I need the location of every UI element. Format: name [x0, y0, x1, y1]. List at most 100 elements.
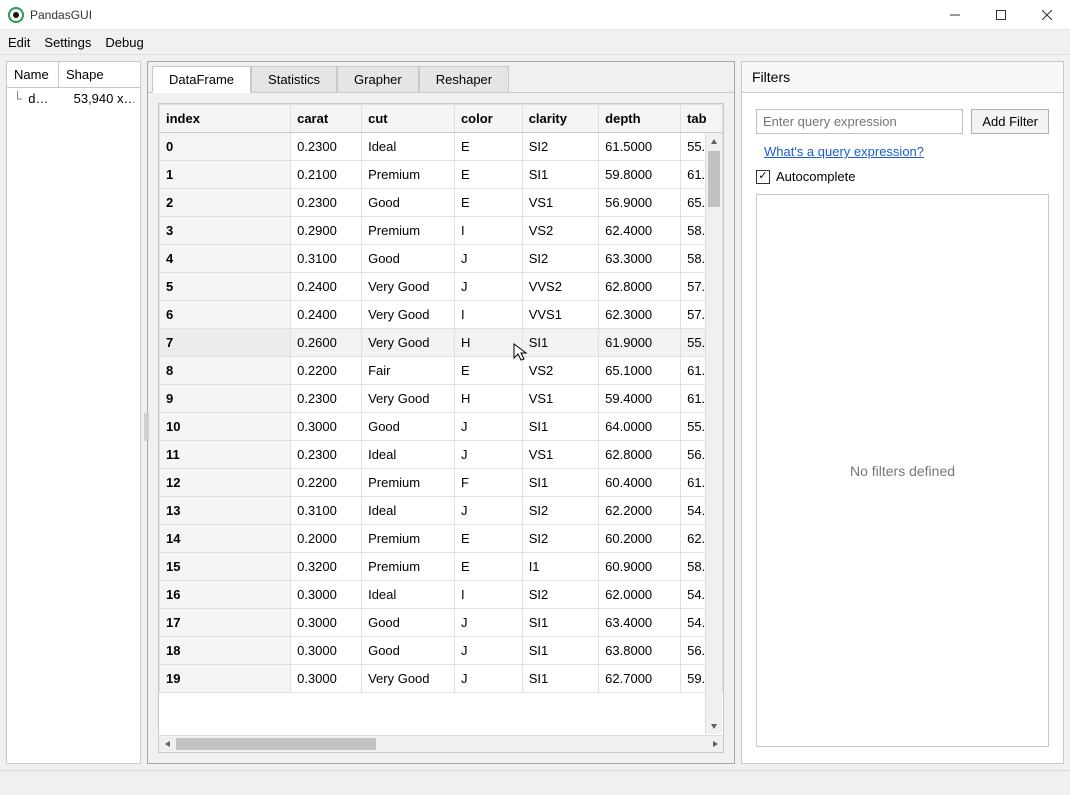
table-row[interactable]: 120.2200PremiumFSI160.400061.0	[160, 469, 723, 497]
data-cell[interactable]: 60.9000	[599, 553, 681, 581]
data-cell[interactable]: 0.3100	[291, 245, 362, 273]
row-index-cell[interactable]: 6	[160, 301, 291, 329]
row-index-cell[interactable]: 8	[160, 357, 291, 385]
data-cell[interactable]: SI1	[522, 413, 598, 441]
data-cell[interactable]: 0.2200	[291, 469, 362, 497]
data-cell[interactable]: E	[454, 553, 522, 581]
data-cell[interactable]: Premium	[362, 161, 455, 189]
data-cell[interactable]: 63.3000	[599, 245, 681, 273]
data-cell[interactable]: 0.2100	[291, 161, 362, 189]
data-cell[interactable]: Premium	[362, 217, 455, 245]
scroll-right-arrow[interactable]	[706, 736, 723, 752]
data-cell[interactable]: J	[454, 665, 522, 693]
scroll-thumb-vertical[interactable]	[708, 151, 720, 207]
sidebar-col-shape[interactable]: Shape	[59, 62, 111, 87]
column-header-tab[interactable]: tab	[681, 105, 723, 133]
data-cell[interactable]: 62.2000	[599, 497, 681, 525]
table-row[interactable]: 30.2900PremiumIVS262.400058.0	[160, 217, 723, 245]
row-index-cell[interactable]: 19	[160, 665, 291, 693]
data-cell[interactable]: F	[454, 469, 522, 497]
column-header-depth[interactable]: depth	[599, 105, 681, 133]
table-row[interactable]: 80.2200FairEVS265.100061.0	[160, 357, 723, 385]
row-index-cell[interactable]: 0	[160, 133, 291, 161]
tab-statistics[interactable]: Statistics	[251, 66, 337, 92]
data-cell[interactable]: 62.4000	[599, 217, 681, 245]
row-index-cell[interactable]: 13	[160, 497, 291, 525]
data-cell[interactable]: 63.4000	[599, 609, 681, 637]
data-cell[interactable]: 0.2400	[291, 301, 362, 329]
data-cell[interactable]: 61.5000	[599, 133, 681, 161]
data-cell[interactable]: SI1	[522, 161, 598, 189]
data-cell[interactable]: 0.3000	[291, 665, 362, 693]
table-row[interactable]: 150.3200PremiumEI160.900058.0	[160, 553, 723, 581]
table-row[interactable]: 60.2400Very GoodIVVS162.300057.0	[160, 301, 723, 329]
table-row[interactable]: 140.2000PremiumESI260.200062.0	[160, 525, 723, 553]
data-cell[interactable]: VS1	[522, 189, 598, 217]
data-cell[interactable]: Premium	[362, 469, 455, 497]
table-row[interactable]: 50.2400Very GoodJVVS262.800057.0	[160, 273, 723, 301]
data-cell[interactable]: 0.2300	[291, 189, 362, 217]
data-cell[interactable]: SI1	[522, 665, 598, 693]
data-cell[interactable]: 0.3200	[291, 553, 362, 581]
data-cell[interactable]: 62.0000	[599, 581, 681, 609]
data-cell[interactable]: VS2	[522, 217, 598, 245]
data-cell[interactable]: Ideal	[362, 497, 455, 525]
data-cell[interactable]: SI1	[522, 329, 598, 357]
row-index-cell[interactable]: 7	[160, 329, 291, 357]
row-index-cell[interactable]: 18	[160, 637, 291, 665]
data-cell[interactable]: Good	[362, 413, 455, 441]
data-cell[interactable]: 56.9000	[599, 189, 681, 217]
filter-query-input[interactable]	[756, 109, 963, 134]
data-cell[interactable]: Very Good	[362, 385, 455, 413]
menu-debug[interactable]: Debug	[105, 35, 143, 50]
row-index-cell[interactable]: 10	[160, 413, 291, 441]
table-row[interactable]: 20.2300GoodEVS156.900065.0	[160, 189, 723, 217]
row-index-cell[interactable]: 11	[160, 441, 291, 469]
data-cell[interactable]: J	[454, 245, 522, 273]
data-cell[interactable]: 0.3000	[291, 413, 362, 441]
data-cell[interactable]: 63.8000	[599, 637, 681, 665]
tab-dataframe[interactable]: DataFrame	[152, 66, 251, 93]
query-help-link[interactable]: What's a query expression?	[756, 144, 1049, 159]
data-cell[interactable]: E	[454, 133, 522, 161]
data-cell[interactable]: 61.9000	[599, 329, 681, 357]
scroll-left-arrow[interactable]	[159, 736, 176, 752]
data-cell[interactable]: Fair	[362, 357, 455, 385]
data-cell[interactable]: Premium	[362, 525, 455, 553]
splitter-handle[interactable]	[144, 413, 149, 441]
row-index-cell[interactable]: 12	[160, 469, 291, 497]
row-index-cell[interactable]: 1	[160, 161, 291, 189]
data-cell[interactable]: 59.4000	[599, 385, 681, 413]
data-cell[interactable]: Good	[362, 189, 455, 217]
sidebar-col-name[interactable]: Name	[7, 62, 59, 87]
data-cell[interactable]: J	[454, 609, 522, 637]
data-cell[interactable]: 60.4000	[599, 469, 681, 497]
data-cell[interactable]: 0.3000	[291, 609, 362, 637]
scroll-up-arrow[interactable]	[706, 133, 722, 150]
data-cell[interactable]: 0.2400	[291, 273, 362, 301]
table-row[interactable]: 180.3000GoodJSI163.800056.0	[160, 637, 723, 665]
scroll-down-arrow[interactable]	[706, 717, 722, 734]
horizontal-scrollbar[interactable]	[159, 735, 723, 752]
data-cell[interactable]: VS1	[522, 441, 598, 469]
vertical-scrollbar[interactable]	[705, 133, 722, 734]
data-cell[interactable]: Very Good	[362, 273, 455, 301]
data-cell[interactable]: 60.2000	[599, 525, 681, 553]
data-cell[interactable]: 59.8000	[599, 161, 681, 189]
autocomplete-checkbox[interactable]	[756, 170, 770, 184]
data-cell[interactable]: J	[454, 637, 522, 665]
data-cell[interactable]: E	[454, 525, 522, 553]
row-index-cell[interactable]: 15	[160, 553, 291, 581]
row-index-cell[interactable]: 2	[160, 189, 291, 217]
row-index-cell[interactable]: 17	[160, 609, 291, 637]
table-row[interactable]: 00.2300IdealESI261.500055.0	[160, 133, 723, 161]
column-header-index[interactable]: index	[160, 105, 291, 133]
data-cell[interactable]: SI2	[522, 497, 598, 525]
data-cell[interactable]: 0.3000	[291, 581, 362, 609]
data-cell[interactable]: Very Good	[362, 329, 455, 357]
data-cell[interactable]: Premium	[362, 553, 455, 581]
data-cell[interactable]: SI1	[522, 637, 598, 665]
menu-settings[interactable]: Settings	[44, 35, 91, 50]
data-cell[interactable]: I	[454, 581, 522, 609]
data-cell[interactable]: SI1	[522, 609, 598, 637]
